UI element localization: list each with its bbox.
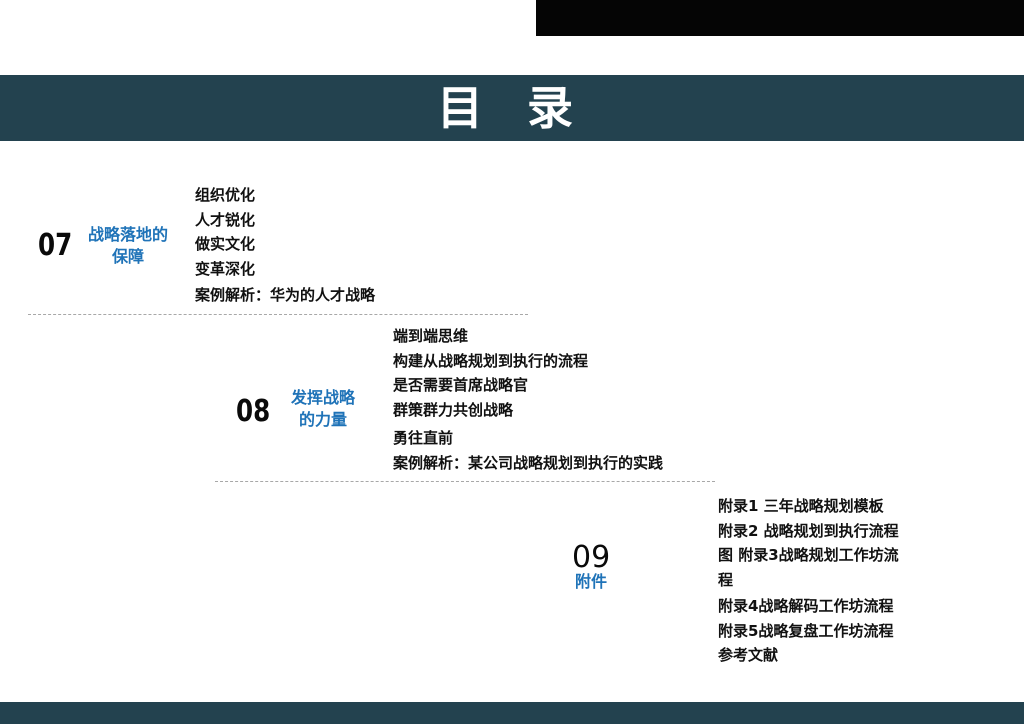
section-07-title-line1: 战略落地的 — [87, 225, 168, 244]
section-07-item-list: 组织优化 人才锐化 做实文化 变革深化 案例解析：华为的人才战略 — [195, 183, 375, 308]
divider-dashed — [215, 481, 715, 482]
section-09-number: 09 — [572, 540, 611, 575]
section-09-item: 参考文献 — [718, 646, 779, 664]
section-09-item: 附录5战略复盘工作坊流程 — [718, 621, 894, 640]
section-08-item: 是否需要首席战略官 — [393, 376, 529, 394]
section-09-item: 程 — [718, 570, 734, 589]
section-08-title: 发挥战略 的力量 — [278, 387, 368, 431]
section-08-title-line2: 的力量 — [298, 410, 347, 429]
section-07-item: 案例解析：华为的人才战略 — [195, 286, 376, 304]
section-07-item: 人才锐化 — [195, 210, 256, 229]
section-08-item: 群策群力共创战略 — [393, 400, 514, 419]
page-title: 目 录 — [436, 81, 587, 135]
section-07-title: 战略落地的 保障 — [78, 224, 178, 268]
section-08-item: 案例解析：某公司战略规划到执行的实践 — [393, 453, 664, 472]
top-decorative-bar — [536, 0, 1024, 36]
section-07-item: 变革深化 — [195, 259, 256, 278]
section-09-item: 附录4战略解码工作坊流程 — [718, 597, 894, 615]
section-09-item: 图 附录3战略规划工作坊流 — [718, 546, 899, 564]
bottom-band — [0, 702, 1024, 724]
divider-dashed — [28, 314, 528, 315]
title-band: 目 录 — [0, 75, 1024, 141]
section-09-item-list: 附录1 三年战略规划模板 附录2 战略规划到执行流程 图 附录3战略规划工作坊流… — [718, 494, 899, 668]
section-08-number: 08 — [236, 394, 271, 429]
section-08-item: 勇往直前 — [393, 429, 454, 447]
section-09-title: 附件 — [566, 571, 616, 593]
section-08-item-list: 端到端思维 构建从战略规划到执行的流程 是否需要首席战略官 群策群力共创战略 勇… — [393, 324, 663, 475]
section-07-number: 07 — [38, 228, 73, 263]
section-07-item: 组织优化 — [195, 186, 256, 204]
section-07-title-line2: 保障 — [111, 247, 144, 266]
section-09-item: 附录2 战略规划到执行流程 — [718, 521, 899, 540]
section-08-item: 构建从战略规划到执行的流程 — [393, 351, 589, 370]
section-08-item: 端到端思维 — [393, 327, 469, 345]
section-09-item: 附录1 三年战略规划模板 — [718, 497, 884, 515]
section-09-title-line1: 附件 — [574, 572, 607, 591]
section-07-item: 做实文化 — [195, 235, 256, 253]
section-08-title-line1: 发挥战略 — [290, 388, 355, 407]
